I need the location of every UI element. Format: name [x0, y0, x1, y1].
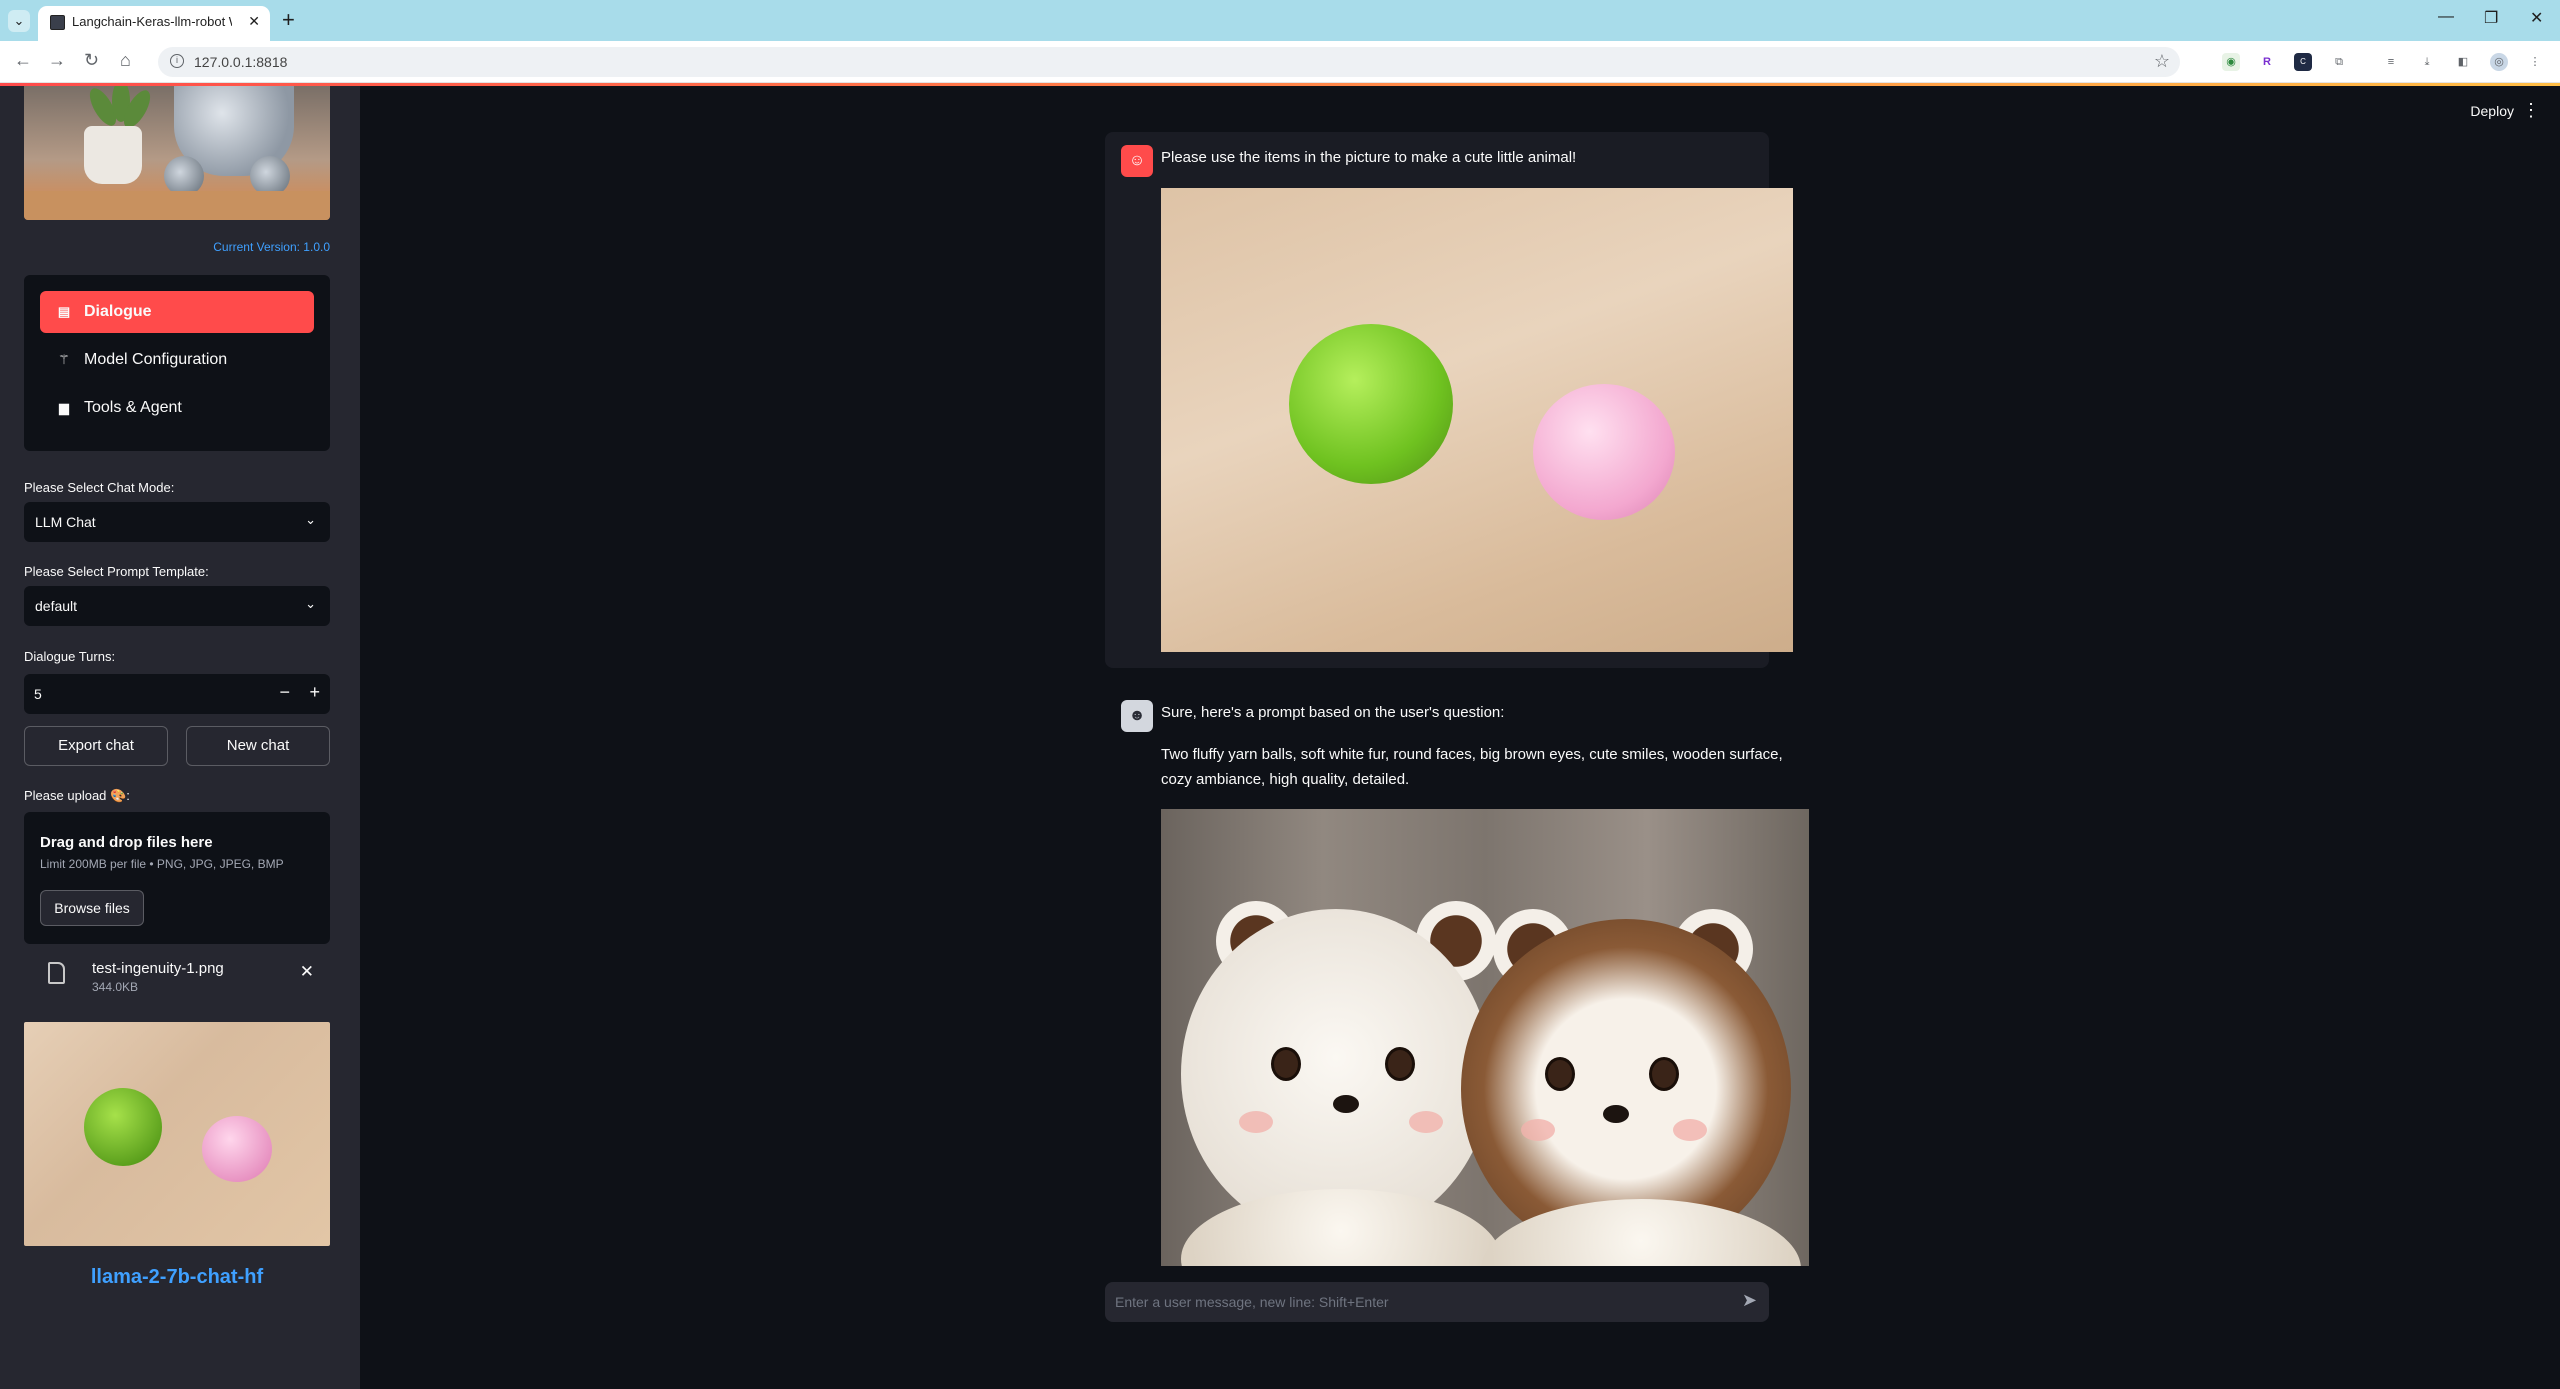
- deploy-button[interactable]: Deploy: [2470, 103, 2514, 119]
- chat-mode-value: LLM Chat: [35, 514, 96, 530]
- navigation-menu: ▤ Dialogue ⚚ Model Configuration ▆ Tools…: [24, 275, 330, 451]
- dialogue-turns-value[interactable]: 5: [34, 686, 42, 702]
- profile-avatar-icon[interactable]: ◎: [2490, 53, 2508, 71]
- sidebar: Current Version: 1.0.0 ▤ Dialogue ⚚ Mode…: [0, 86, 360, 1389]
- nav-label: Dialogue: [84, 303, 152, 320]
- prompt-template-label: Please Select Prompt Template:: [24, 564, 209, 579]
- tab-close-icon[interactable]: ✕: [248, 13, 260, 30]
- back-icon[interactable]: ←: [14, 50, 32, 71]
- browser-tab-strip: ⌄ Langchain-Keras-llm-robot We ✕ + — ❐ ✕: [0, 0, 2560, 41]
- chevron-down-icon: ⌄: [305, 596, 316, 611]
- nav-item-dialogue[interactable]: ▤ Dialogue: [40, 291, 314, 333]
- extension-chrome-icon[interactable]: ◉: [2222, 53, 2240, 71]
- dropzone-limit: Limit 200MB per file • PNG, JPG, JPEG, B…: [40, 857, 284, 871]
- prompt-template-value: default: [35, 598, 78, 614]
- generated-image-bears: [1161, 809, 1809, 1266]
- browser-tab[interactable]: Langchain-Keras-llm-robot We ✕: [38, 6, 270, 41]
- user-avatar-icon: ☺: [1121, 145, 1153, 177]
- tab-title: Langchain-Keras-llm-robot We: [72, 14, 232, 29]
- toolbox-icon: ▆: [59, 400, 69, 415]
- tab-search-button[interactable]: ⌄: [8, 10, 30, 32]
- chevron-down-icon: ⌄: [305, 512, 316, 527]
- chat-icon: ▤: [57, 304, 71, 319]
- user-message: ☺ Please use the items in the picture to…: [1105, 132, 1793, 668]
- chat-mode-select[interactable]: LLM Chat ⌄: [24, 502, 330, 542]
- extension-r-icon[interactable]: R: [2258, 53, 2276, 71]
- robot-banner-image: [24, 86, 330, 220]
- browser-menu-icon[interactable]: ⋮: [2526, 53, 2544, 71]
- file-name: test-ingenuity-1.png: [92, 960, 224, 977]
- dropzone-title: Drag and drop files here: [40, 834, 213, 851]
- model-name-label: llama-2-7b-chat-hf: [90, 1266, 264, 1288]
- prompt-template-select[interactable]: default ⌄: [24, 586, 330, 626]
- file-size: 344.0KB: [92, 980, 139, 994]
- assistant-avatar-icon: ☻: [1121, 700, 1153, 732]
- restore-icon[interactable]: ❐: [2484, 8, 2498, 28]
- assistant-intro-text: Sure, here's a prompt based on the user'…: [1161, 704, 1505, 721]
- file-dropzone[interactable]: Drag and drop files here Limit 200MB per…: [24, 812, 330, 944]
- user-message-text: Please use the items in the picture to m…: [1161, 149, 1577, 166]
- assistant-prompt-line-2: cozy ambiance, high quality, detailed.: [1161, 771, 1410, 788]
- extensions-puzzle-icon[interactable]: ⧉: [2330, 53, 2348, 71]
- main-menu-icon[interactable]: ⋮: [2522, 100, 2540, 121]
- nav-item-model-configuration[interactable]: ⚚ Model Configuration: [40, 339, 314, 381]
- favicon-icon: [50, 15, 65, 30]
- send-icon[interactable]: ➤: [1742, 1290, 1757, 1311]
- side-panel-icon[interactable]: ◧: [2454, 53, 2472, 71]
- export-chat-button[interactable]: Export chat: [24, 726, 168, 766]
- user-image-yarn-balls: [1161, 188, 1793, 652]
- bookmark-star-icon[interactable]: ☆: [2154, 51, 2170, 72]
- window-close-icon[interactable]: ✕: [2530, 8, 2543, 28]
- upload-label: Please upload 🎨:: [24, 788, 130, 803]
- increment-button[interactable]: +: [309, 682, 320, 703]
- nav-label: Model Configuration: [84, 351, 228, 368]
- chat-input[interactable]: Enter a user message, new line: Shift+En…: [1105, 1282, 1769, 1322]
- dialogue-turns-label: Dialogue Turns:: [24, 649, 116, 664]
- reading-list-icon[interactable]: ≡: [2382, 53, 2400, 71]
- home-icon[interactable]: ⌂: [120, 50, 131, 71]
- reload-icon[interactable]: ↻: [84, 50, 99, 71]
- nav-label: Tools & Agent: [84, 399, 182, 416]
- chat-input-placeholder[interactable]: Enter a user message, new line: Shift+En…: [1115, 1294, 1389, 1310]
- minimize-icon[interactable]: —: [2438, 8, 2454, 26]
- chat-mode-label: Please Select Chat Mode:: [24, 480, 175, 495]
- address-bar[interactable]: i 127.0.0.1:8818 ☆: [158, 47, 2180, 77]
- site-info-icon[interactable]: i: [170, 54, 184, 68]
- version-label: Current Version: 1.0.0: [213, 240, 330, 254]
- nav-item-tools-agent[interactable]: ▆ Tools & Agent: [40, 387, 314, 429]
- download-icon[interactable]: ⤓: [2418, 53, 2436, 71]
- file-icon: [48, 962, 65, 984]
- main-content: Deploy ⋮ ☺ Please use the items in the p…: [360, 86, 2560, 1389]
- remove-file-icon[interactable]: ✕: [300, 962, 314, 982]
- magic-wand-icon: ⚚: [58, 352, 70, 367]
- browser-toolbar: ← → ↻ ⌂ i 127.0.0.1:8818 ☆ ◉ R C ⧉ ≡ ⤓ ◧…: [0, 41, 2560, 83]
- decrement-button[interactable]: −: [279, 682, 290, 703]
- new-tab-button[interactable]: +: [282, 7, 295, 33]
- assistant-prompt-line-1: Two fluffy yarn balls, soft white fur, r…: [1161, 746, 1783, 763]
- new-chat-button[interactable]: New chat: [186, 726, 330, 766]
- browse-files-button[interactable]: Browse files: [40, 890, 144, 926]
- dialogue-turns-input[interactable]: 5 − +: [24, 674, 330, 714]
- forward-icon[interactable]: →: [48, 50, 66, 71]
- url-text[interactable]: 127.0.0.1:8818: [194, 54, 287, 70]
- uploaded-file: test-ingenuity-1.png 344.0KB ✕: [24, 952, 330, 1002]
- uploaded-image-preview: [24, 1022, 330, 1246]
- extension-chatgpt-icon[interactable]: C: [2294, 53, 2312, 71]
